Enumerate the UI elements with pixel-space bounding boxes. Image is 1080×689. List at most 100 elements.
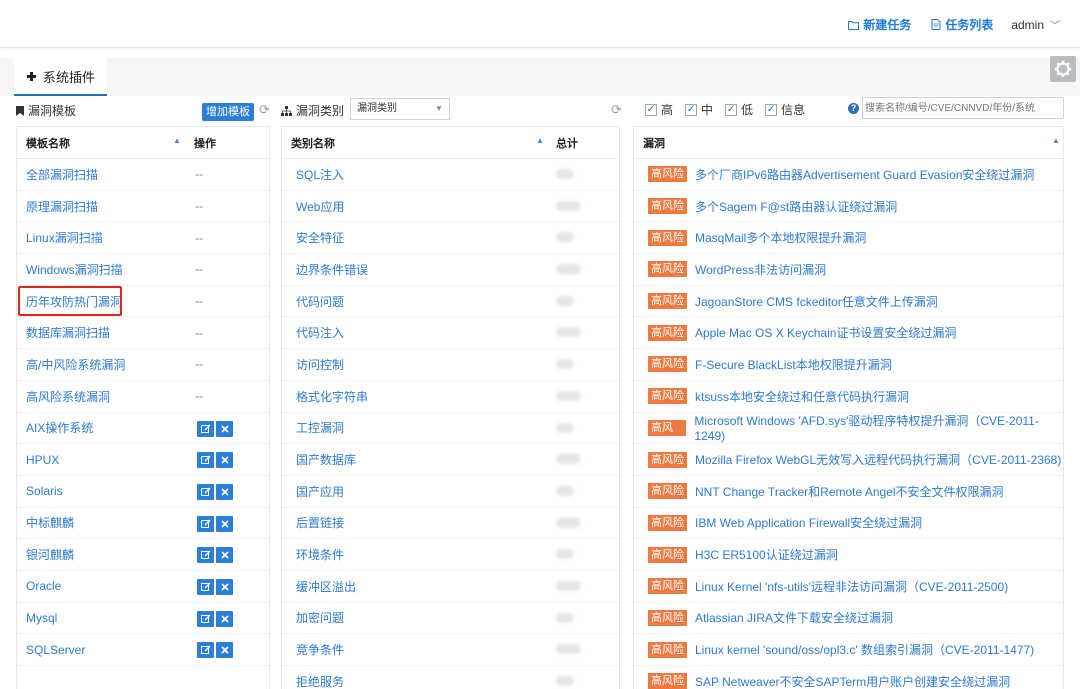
checkbox-checked-icon[interactable]: ✓ xyxy=(685,103,698,116)
category-select[interactable]: 漏洞类别 ▼ xyxy=(350,98,450,120)
category-count-redacted xyxy=(556,169,574,179)
delete-button[interactable] xyxy=(216,452,233,469)
vuln-name-link[interactable]: JagoanStore CMS fckeditor任意文件上传漏洞 xyxy=(695,293,938,310)
vuln-name-link[interactable]: MasqMail多个本地权限提升漏洞 xyxy=(695,229,866,246)
edit-button[interactable] xyxy=(197,483,214,500)
table-row: Solaris xyxy=(17,476,269,508)
template-name-link[interactable]: 原理漏洞扫描 xyxy=(26,198,98,215)
category-count-redacted xyxy=(556,517,581,528)
category-name-link[interactable]: SQL注入 xyxy=(296,166,344,183)
filter-high[interactable]: ✓ 高 xyxy=(645,101,673,118)
category-name-link[interactable]: 缓冲区溢出 xyxy=(296,578,356,595)
template-name-link[interactable]: 高/中风险系统漏洞 xyxy=(26,356,125,373)
edit-button[interactable] xyxy=(197,578,214,595)
delete-button[interactable] xyxy=(216,483,233,500)
sort-asc-icon[interactable]: ▲ xyxy=(173,136,181,145)
filter-low[interactable]: ✓ 低 xyxy=(725,101,753,118)
filter-medium[interactable]: ✓ 中 xyxy=(685,101,713,118)
edit-button[interactable] xyxy=(197,642,214,659)
template-name-link[interactable]: SQLServer xyxy=(26,643,85,657)
category-name-link[interactable]: 代码注入 xyxy=(296,324,344,341)
category-name-link[interactable]: 国产数据库 xyxy=(296,451,356,468)
edit-button[interactable] xyxy=(197,452,214,469)
filter-info[interactable]: ✓ 信息 xyxy=(765,101,805,118)
template-name-link[interactable]: Solaris xyxy=(26,484,63,498)
checkbox-checked-icon[interactable]: ✓ xyxy=(725,103,738,116)
vuln-name-link[interactable]: Linux Kernel 'nfs-utils'远程非法访问漏洞（CVE-201… xyxy=(695,578,1008,595)
edit-button[interactable] xyxy=(197,547,214,564)
col-template-name[interactable]: 模板名称 xyxy=(26,135,70,151)
user-menu[interactable]: admin ﹀ xyxy=(1011,17,1060,33)
category-name-link[interactable]: 拒绝服务 xyxy=(296,673,344,689)
refresh-categories-icon[interactable]: ⟳ xyxy=(611,103,625,117)
delete-button[interactable] xyxy=(216,578,233,595)
delete-button[interactable] xyxy=(216,642,233,659)
category-name-link[interactable]: 工控漏洞 xyxy=(296,419,344,436)
search-input[interactable] xyxy=(862,97,1064,119)
vuln-name-link[interactable]: IBM Web Application Firewall安全绕过漏洞 xyxy=(695,514,922,531)
category-name-link[interactable]: 竞争条件 xyxy=(296,641,344,658)
vuln-name-link[interactable]: 多个厂商IPv6路由器Advertisement Guard Evasion安全… xyxy=(695,166,1034,183)
category-name-link[interactable]: 访问控制 xyxy=(296,356,344,373)
edit-button[interactable] xyxy=(197,610,214,627)
category-name-link[interactable]: 格式化字符串 xyxy=(296,388,368,405)
vuln-name-link[interactable]: ktsuss本地安全绕过和任意代码执行漏洞 xyxy=(695,388,909,405)
vuln-name-link[interactable]: NNT Change Tracker和Remote Angel不安全文件权限漏洞 xyxy=(695,483,1004,500)
new-task-link[interactable]: 新建任务 xyxy=(848,16,911,33)
list-item: 高风险 Apple Mac OS X Keychain证书设置安全绕过漏洞 xyxy=(634,317,1063,350)
add-template-button[interactable]: 增加模板 xyxy=(202,103,254,121)
vuln-name-link[interactable]: Mozilla Firefox WebGL无效写入远程代码执行漏洞（CVE-20… xyxy=(695,451,1061,468)
categories-section-title: 漏洞类别 xyxy=(281,102,344,119)
template-name-link[interactable]: 全部漏洞扫描 xyxy=(26,166,98,183)
help-icon[interactable]: ? xyxy=(848,103,859,114)
sort-asc-icon[interactable]: ▲ xyxy=(536,136,544,145)
vuln-name-link[interactable]: SAP Netweaver不安全SAPTerm用户账户创建安全绕过漏洞 xyxy=(695,673,1010,689)
table-row: Oracle xyxy=(17,571,269,603)
vuln-name-link[interactable]: Apple Mac OS X Keychain证书设置安全绕过漏洞 xyxy=(695,324,956,341)
col-vuln-name[interactable]: 漏洞 xyxy=(643,135,665,151)
category-name-link[interactable]: 加密问题 xyxy=(296,609,344,626)
task-list-link[interactable]: 任务列表 xyxy=(931,16,993,33)
delete-button[interactable] xyxy=(216,547,233,564)
delete-button[interactable] xyxy=(216,515,233,532)
category-name-link[interactable]: Web应用 xyxy=(296,198,344,215)
edit-button[interactable] xyxy=(197,420,214,437)
tab-system-plugins[interactable]: 系统插件 xyxy=(14,58,108,96)
template-name-link[interactable]: 银河麒麟 xyxy=(26,546,74,563)
checkbox-checked-icon[interactable]: ✓ xyxy=(645,103,657,116)
template-name-link[interactable]: Windows漏洞扫描 xyxy=(26,261,123,278)
edit-icon xyxy=(200,614,211,624)
template-name-link[interactable]: 中标麒麟 xyxy=(26,514,74,531)
template-ops xyxy=(197,515,235,532)
category-name-link[interactable]: 环境条件 xyxy=(296,546,344,563)
template-name-link[interactable]: Oracle xyxy=(26,579,61,593)
delete-button[interactable] xyxy=(216,420,233,437)
vuln-name-link[interactable]: H3C ER5100认证绕过漏洞 xyxy=(695,546,838,563)
sort-asc-icon[interactable]: ▲ xyxy=(1052,136,1060,145)
category-name-link[interactable]: 安全特征 xyxy=(296,229,344,246)
category-name-link[interactable]: 国产应用 xyxy=(296,483,344,500)
category-name-link[interactable]: 代码问题 xyxy=(296,293,344,310)
vuln-name-link[interactable]: Atlassian JIRA文件下载安全绕过漏洞 xyxy=(695,609,893,626)
settings-gear-button[interactable] xyxy=(1050,56,1076,82)
vuln-name-link[interactable]: Microsoft Windows 'AFD.sys'驱动程序特权提升漏洞（CV… xyxy=(694,412,1063,443)
checkbox-checked-icon[interactable]: ✓ xyxy=(765,103,778,116)
vuln-name-link[interactable]: 多个Sagem F@st路由器认证绕过漏洞 xyxy=(695,198,897,215)
vuln-name-link[interactable]: F-Secure BlackList本地权限提升漏洞 xyxy=(695,356,892,373)
col-category-name[interactable]: 类别名称 xyxy=(291,135,335,151)
vuln-name-link[interactable]: WordPress非法访问漏洞 xyxy=(695,261,826,278)
severity-badge: 高风险 xyxy=(648,609,687,626)
template-name-link[interactable]: 高风险系统漏洞 xyxy=(26,388,110,405)
edit-button[interactable] xyxy=(197,515,214,532)
template-name-link[interactable]: AIX操作系统 xyxy=(26,419,93,436)
template-name-link[interactable]: HPUX xyxy=(26,453,59,467)
category-name-link[interactable]: 后置链接 xyxy=(296,514,344,531)
refresh-templates-icon[interactable]: ⟳ xyxy=(259,103,273,117)
delete-button[interactable] xyxy=(216,610,233,627)
vuln-name-link[interactable]: Linux kernel 'sound/oss/opl3.c' 数组索引漏洞（C… xyxy=(695,641,1034,658)
template-name-link[interactable]: 数据库漏洞扫描 xyxy=(26,324,110,341)
category-name-link[interactable]: 边界条件错误 xyxy=(296,261,368,278)
template-name-link[interactable]: Linux漏洞扫描 xyxy=(26,229,103,246)
template-name-link[interactable]: Mysql xyxy=(26,611,57,625)
category-count-redacted xyxy=(556,390,581,401)
